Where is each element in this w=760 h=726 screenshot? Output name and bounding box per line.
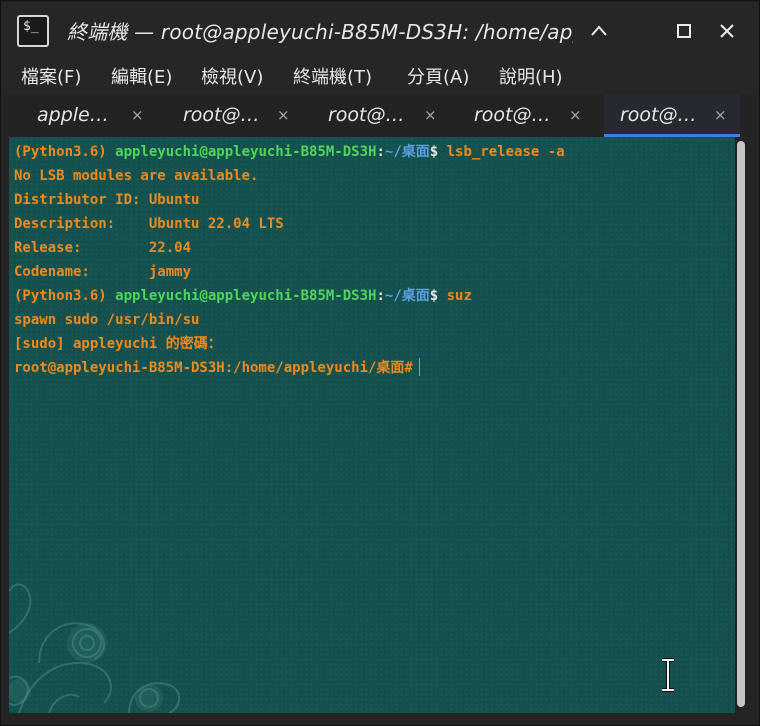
tab-close-icon[interactable]: × <box>714 95 727 135</box>
title-bar[interactable]: $_ 終端機 — root@appleyuchi-B85M-DS3H: /hom… <box>1 1 759 61</box>
terminal-output: (Python3.6) appleyuchi@appleyuchi-B85M-D… <box>14 140 565 380</box>
window-title: 終端機 — root@appleyuchi-B85M-DS3H: /home/a… <box>67 20 573 44</box>
tab-3[interactable]: root@… × <box>310 95 450 137</box>
prompt-symbol: $ <box>429 288 439 304</box>
tab-4[interactable]: root@… × <box>456 95 596 137</box>
tab-label: root@… <box>474 104 551 126</box>
prompt-venv: (Python3.6) <box>14 288 107 304</box>
tab-label: root@… <box>328 104 405 126</box>
tab-label: apple… <box>37 104 109 126</box>
floral-watermark <box>9 583 181 713</box>
prompt-line: (Python3.6) appleyuchi@appleyuchi-B85M-D… <box>14 140 565 164</box>
command-text: lsb_release -a <box>446 144 565 160</box>
output-line: Description: Ubuntu 22.04 LTS <box>14 216 284 232</box>
command-text: suz <box>446 288 472 304</box>
root-prompt-line: root@appleyuchi-B85M-DS3H:/home/appleyuc… <box>14 356 565 380</box>
tab-label: root@… <box>183 104 260 126</box>
prompt-path: ~/桌面 <box>384 144 430 160</box>
output-line: Distributor ID: Ubuntu <box>14 192 200 208</box>
prompt-symbol: $ <box>429 144 439 160</box>
maximize-icon <box>677 24 691 38</box>
output-line: spawn sudo /usr/bin/su <box>14 312 200 328</box>
prompt-colon: : <box>376 144 385 160</box>
menu-file[interactable]: 檔案(F) <box>21 61 81 95</box>
chevron-up-icon <box>591 25 607 36</box>
tab-close-icon[interactable]: × <box>424 95 437 135</box>
vertical-scrollbar[interactable] <box>735 137 751 713</box>
scrollbar-thumb[interactable] <box>737 141 745 707</box>
tab-bar: apple… × root@… × root@… × root@… × root… <box>1 95 759 137</box>
terminal-icon[interactable]: $_ <box>17 15 49 47</box>
menu-edit[interactable]: 編輯(E) <box>111 61 172 95</box>
tab-close-icon[interactable]: × <box>131 95 144 135</box>
menu-bar: 檔案(F) 編輯(E) 檢視(V) 終端機(T) 分頁(A) 說明(H) <box>1 61 759 95</box>
tab-2[interactable]: root@… × <box>165 95 305 137</box>
prompt-path: ~/桌面 <box>384 288 430 304</box>
text-cursor <box>418 358 420 376</box>
close-icon <box>720 24 734 38</box>
tab-5-active[interactable]: root@… × <box>604 95 740 137</box>
ibeam-cursor-icon <box>662 658 674 692</box>
root-prompt: root@appleyuchi-B85M-DS3H:/home/appleyuc… <box>14 360 413 376</box>
tab-1[interactable]: apple… × <box>19 95 159 137</box>
close-button[interactable] <box>712 15 742 47</box>
output-line: Codename: jammy <box>14 264 192 280</box>
prompt-userhost: appleyuchi@appleyuchi-B85M-DS3H <box>115 144 377 160</box>
menu-view[interactable]: 檢視(V) <box>201 61 263 95</box>
minimize-button[interactable] <box>584 15 614 47</box>
menu-tabs[interactable]: 分頁(A) <box>407 61 469 95</box>
tab-close-icon[interactable]: × <box>569 95 582 135</box>
terminal-window: $_ 終端機 — root@appleyuchi-B85M-DS3H: /hom… <box>0 0 760 726</box>
tab-close-icon[interactable]: × <box>277 95 290 135</box>
output-line: Release: 22.04 <box>14 240 192 256</box>
output-line: [sudo] appleyuchi 的密碼： <box>14 336 222 352</box>
maximize-button[interactable] <box>669 15 699 47</box>
prompt-venv: (Python3.6) <box>14 144 107 160</box>
menu-terminal[interactable]: 終端機(T) <box>293 61 372 95</box>
tab-label: root@… <box>620 104 697 126</box>
prompt-line: (Python3.6) appleyuchi@appleyuchi-B85M-D… <box>14 284 565 308</box>
output-line: No LSB modules are available. <box>14 168 259 184</box>
prompt-userhost: appleyuchi@appleyuchi-B85M-DS3H <box>115 288 377 304</box>
menu-help[interactable]: 說明(H) <box>499 61 563 95</box>
terminal-area[interactable]: (Python3.6) appleyuchi@appleyuchi-B85M-D… <box>9 137 735 713</box>
prompt-colon: : <box>376 288 385 304</box>
